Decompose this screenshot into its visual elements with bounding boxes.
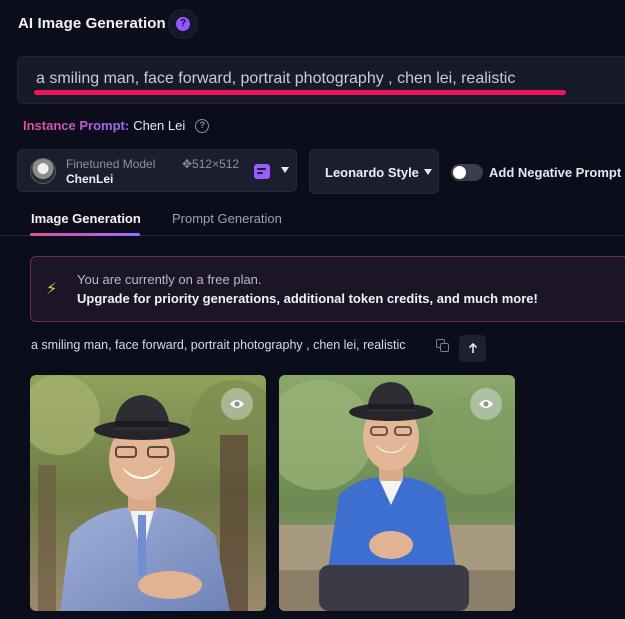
lightning-icon: ⚡ — [46, 281, 58, 298]
negative-prompt-label[interactable]: Add Negative Prompt — [489, 165, 621, 180]
chevron-down-icon — [424, 169, 432, 175]
free-plan-banner[interactable]: ⚡ You are currently on a free plan. Upgr… — [30, 256, 625, 322]
model-name: ChenLei — [66, 172, 114, 186]
generated-image-2[interactable] — [279, 375, 515, 611]
question-icon: ? — [176, 17, 190, 31]
negative-prompt-toggle[interactable] — [451, 164, 483, 181]
active-tab-indicator — [30, 233, 140, 236]
toggle-knob — [453, 166, 466, 179]
view-image-button[interactable] — [221, 388, 253, 420]
instance-prompt-label: Instance Prompt: — [23, 118, 130, 133]
view-image-button[interactable] — [470, 388, 502, 420]
prompt-highlight — [34, 90, 566, 95]
model-type-label: Finetuned Model — [66, 157, 156, 171]
plan-status-text: You are currently on a free plan. — [77, 272, 262, 287]
instance-prompt: Instance Prompt: Chen Lei ? — [23, 118, 210, 133]
eye-icon — [479, 400, 493, 408]
page-title: AI Image Generation — [18, 15, 166, 32]
prompt-input[interactable]: a smiling man, face forward, portrait ph… — [17, 56, 625, 104]
prompt-style-icon[interactable] — [254, 164, 270, 179]
instance-prompt-value: Chen Lei — [133, 118, 186, 133]
style-selector[interactable]: Leonardo Style — [309, 149, 439, 194]
generation-prompt: a smiling man, face forward, portrait ph… — [31, 338, 406, 352]
help-button[interactable]: ? — [168, 9, 198, 39]
model-avatar — [30, 158, 56, 184]
question-circle-icon[interactable]: ? — [195, 118, 210, 133]
eye-icon — [230, 400, 244, 408]
prompt-input-value: a smiling man, face forward, portrait ph… — [36, 70, 516, 87]
tab-image-generation[interactable]: Image Generation — [31, 211, 141, 226]
upgrade-text: Upgrade for priority generations, additi… — [77, 291, 538, 306]
tab-prompt-generation[interactable]: Prompt Generation — [172, 211, 282, 226]
model-size: ✥512×512 — [182, 157, 240, 171]
arrow-up-icon — [468, 343, 477, 353]
model-selector[interactable]: Finetuned Model ChenLei ✥512×512 — [17, 149, 297, 192]
copy-icon[interactable] — [436, 339, 449, 352]
chevron-down-icon[interactable] — [281, 167, 289, 173]
style-selector-value: Leonardo Style — [325, 165, 419, 180]
use-prompt-button[interactable] — [459, 335, 486, 362]
generated-image-1[interactable] — [30, 375, 266, 611]
